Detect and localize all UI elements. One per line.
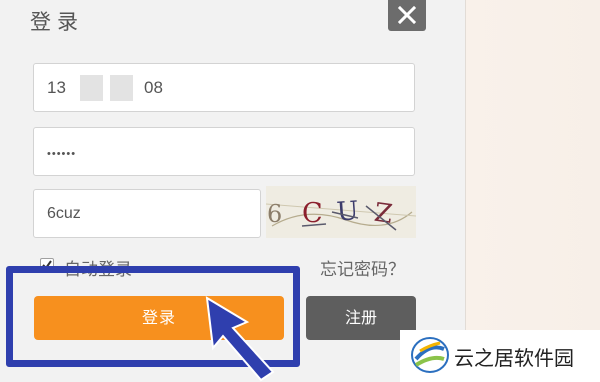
login-dialog: 登录 13 08 •••••• 6cuz 6 C U Z 自动登录 忘记密码？ … xyxy=(0,0,466,382)
svg-text:U: U xyxy=(336,196,360,227)
password-input[interactable]: •••••• xyxy=(33,127,415,176)
watermark-text: 云之居软件园 xyxy=(454,346,574,370)
captcha-graphic: 6 C U Z xyxy=(266,186,416,238)
page-background xyxy=(466,0,600,382)
close-button[interactable] xyxy=(388,0,426,31)
captcha-value: 6cuz xyxy=(47,205,81,222)
redaction-mask xyxy=(110,75,133,101)
svg-text:6: 6 xyxy=(267,200,282,228)
forgot-password-link[interactable]: 忘记密码？ xyxy=(320,255,405,280)
watermark: 云之居软件园 xyxy=(400,330,600,382)
captcha-input[interactable]: 6cuz xyxy=(33,189,261,238)
phone-prefix: 13 xyxy=(47,78,66,97)
captcha-image[interactable]: 6 C U Z xyxy=(266,186,416,238)
close-icon xyxy=(398,6,416,24)
dialog-title: 登录 xyxy=(30,10,84,34)
redaction-mask xyxy=(80,75,103,101)
phone-input[interactable]: 13 08 xyxy=(33,63,415,112)
annotation-arrow-icon xyxy=(205,296,275,382)
site-logo-icon xyxy=(411,337,449,373)
phone-suffix: 08 xyxy=(144,78,163,97)
password-value: •••••• xyxy=(47,148,77,160)
